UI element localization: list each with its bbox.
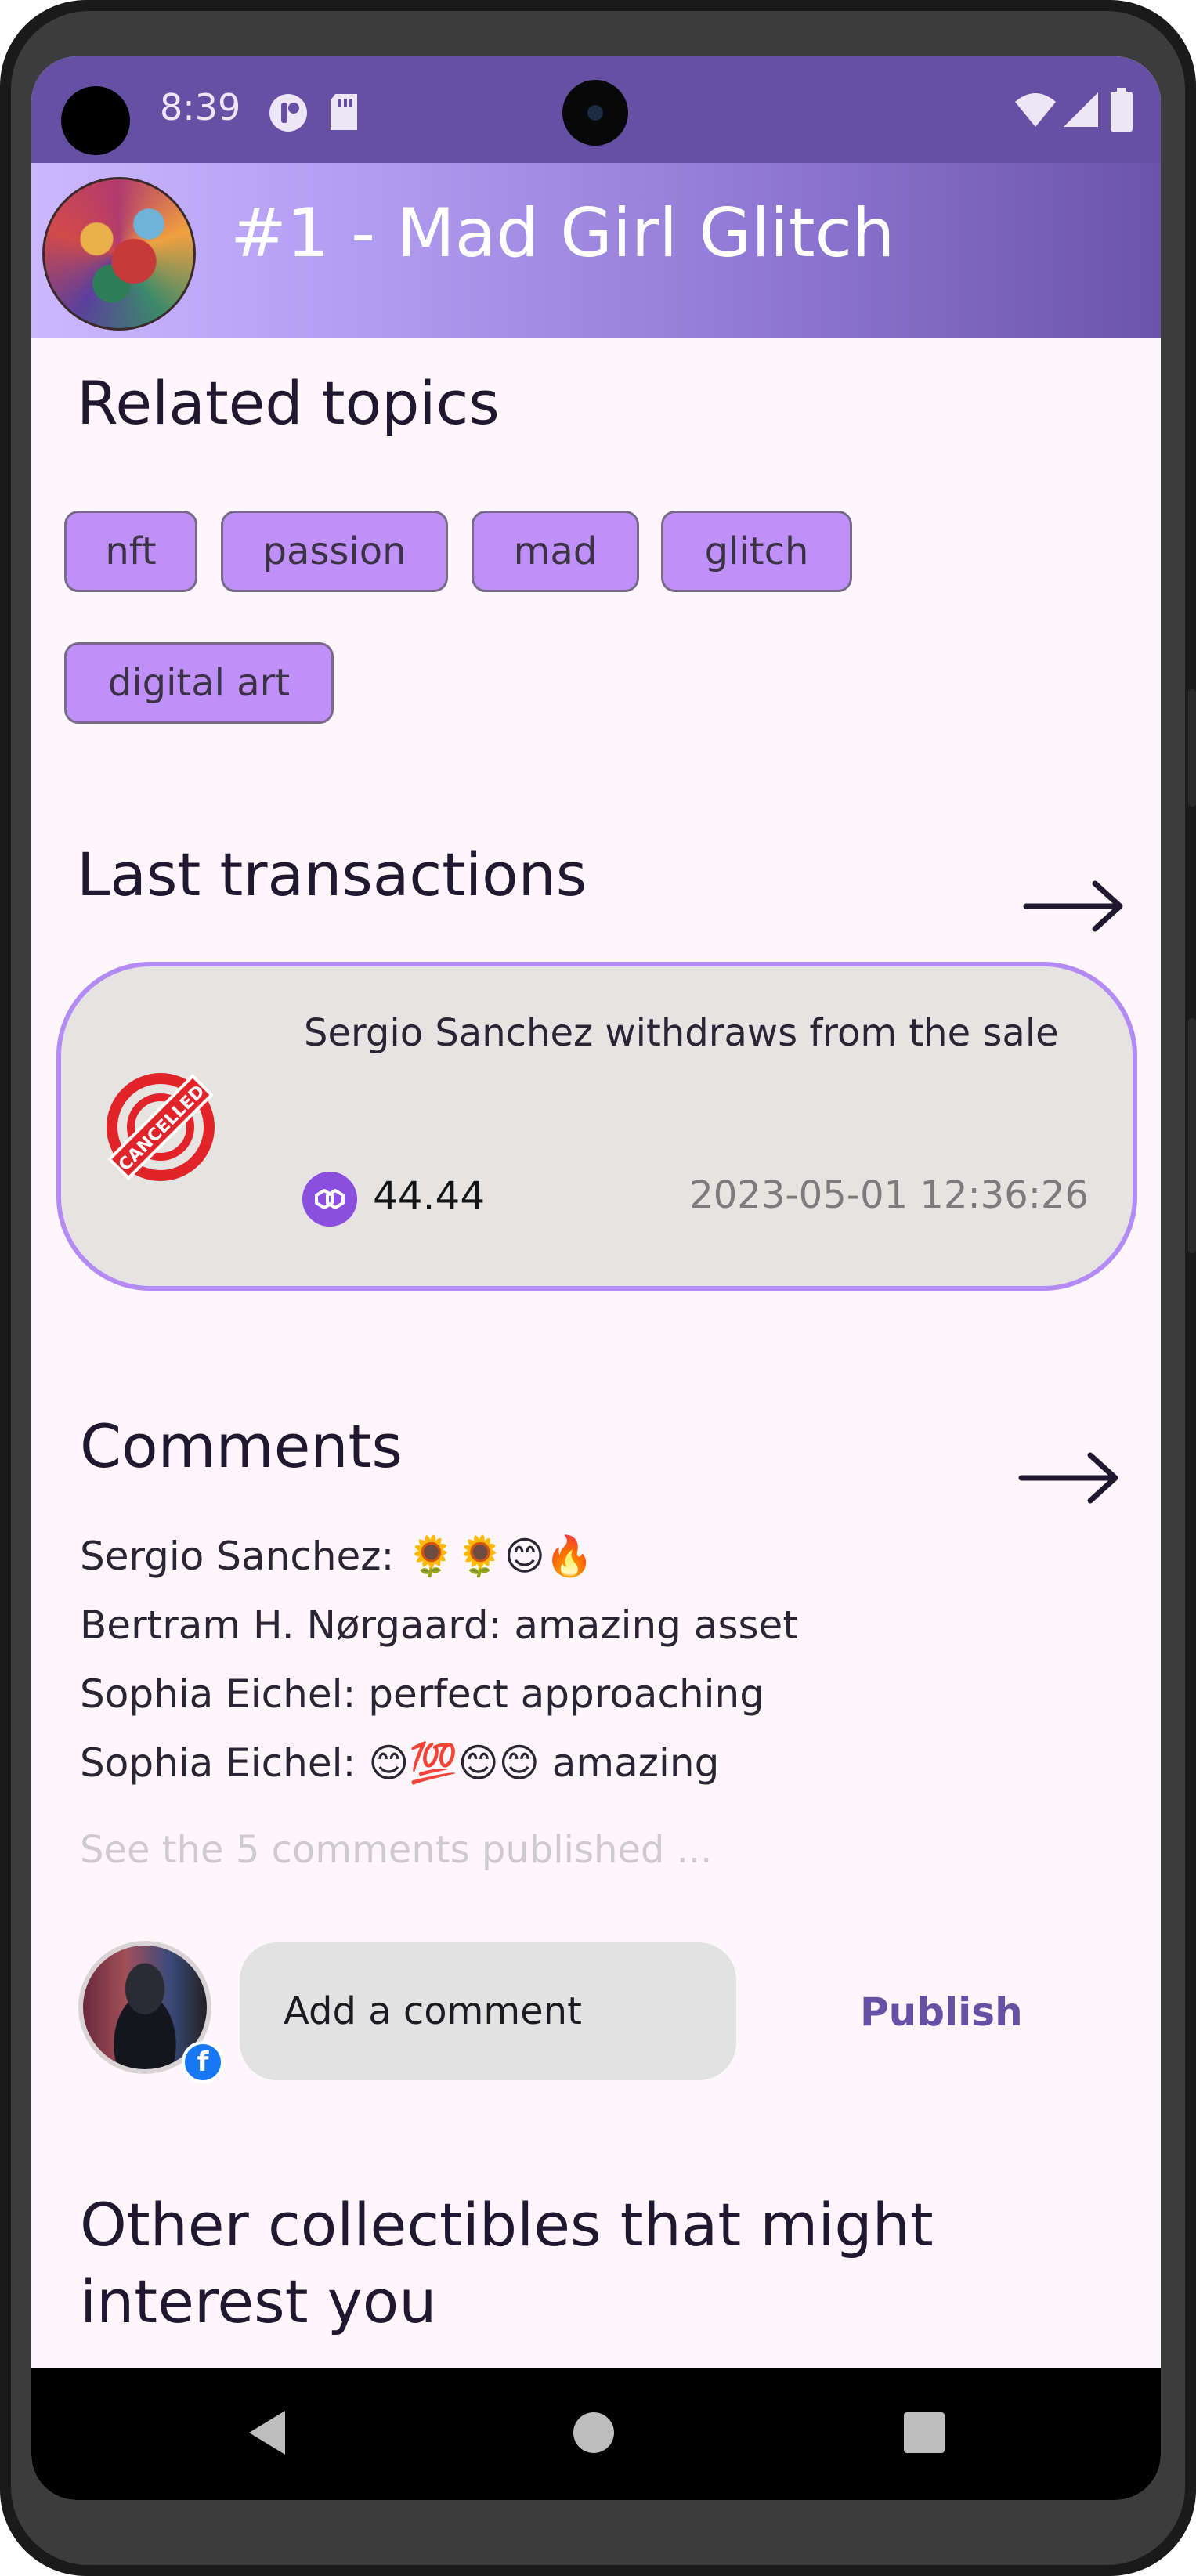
- status-bar: 8:39: [31, 56, 1161, 163]
- last-transactions-title: Last transactions: [77, 840, 587, 909]
- topic-chip-mad[interactable]: mad: [472, 511, 639, 592]
- topic-chip-digital-art[interactable]: digital art: [64, 642, 334, 724]
- system-navigation-bar: [31, 2368, 1161, 2500]
- comment-item: Sergio Sanchez: 🌻🌻😊🔥: [80, 1534, 594, 1579]
- comments-title: Comments: [80, 1411, 403, 1481]
- related-topics-title: Related topics: [77, 368, 500, 438]
- battery-icon: [1111, 88, 1133, 132]
- comments-arrow-icon[interactable]: [1018, 1451, 1120, 1505]
- signal-icon: [1064, 92, 1098, 127]
- back-icon[interactable]: [240, 2404, 296, 2461]
- topic-chip-glitch[interactable]: glitch: [661, 511, 852, 592]
- facebook-icon: f: [182, 2041, 224, 2083]
- see-all-comments-link[interactable]: See the 5 comments published ...: [80, 1828, 712, 1872]
- recents-icon[interactable]: [896, 2404, 952, 2461]
- transaction-date: 2023-05-01 12:36:26: [689, 1173, 1089, 1217]
- wifi-icon: [1015, 93, 1056, 127]
- topic-chip-passion[interactable]: passion: [221, 511, 448, 592]
- comment-item: Sophia Eichel: perfect approaching: [80, 1671, 764, 1717]
- camera-cutout: [61, 86, 130, 155]
- device-frame: 8:39 #1 - Mad Girl Glitch Related topics…: [0, 0, 1196, 2576]
- other-collectibles-title: Other collectibles that might interest y…: [80, 2190, 934, 2336]
- transaction-card[interactable]: CANCELLED Sergio Sanchez withdraws from …: [56, 962, 1137, 1291]
- topic-chip-nft[interactable]: nft: [64, 511, 197, 592]
- collectible-header: #1 - Mad Girl Glitch: [31, 163, 1161, 338]
- notification-icon: [269, 94, 307, 132]
- collectible-title: #1 - Mad Girl Glitch: [230, 194, 895, 273]
- power-button: [1188, 689, 1196, 807]
- sd-card-icon: [331, 94, 357, 130]
- transaction-description: Sergio Sanchez withdraws from the sale: [304, 1011, 1059, 1055]
- cancelled-stamp-icon: CANCELLED: [107, 1073, 215, 1181]
- screen: 8:39 #1 - Mad Girl Glitch Related topics…: [31, 56, 1161, 2500]
- comment-item: Bertram H. Nørgaard: amazing asset: [80, 1602, 798, 1648]
- publish-button[interactable]: Publish: [860, 1989, 1023, 2035]
- status-time: 8:39: [160, 86, 241, 128]
- transactions-arrow-icon[interactable]: [1023, 879, 1125, 934]
- volume-button: [1188, 1018, 1196, 1253]
- comment-input[interactable]: [240, 1942, 736, 2080]
- polygon-matic-icon: [302, 1172, 357, 1227]
- collectible-thumbnail[interactable]: [42, 177, 196, 331]
- comment-item: Sophia Eichel: 😊💯😊😊 amazing: [80, 1740, 720, 1786]
- transaction-amount: 44.44: [373, 1173, 486, 1219]
- home-icon[interactable]: [565, 2404, 622, 2461]
- front-camera: [562, 80, 628, 146]
